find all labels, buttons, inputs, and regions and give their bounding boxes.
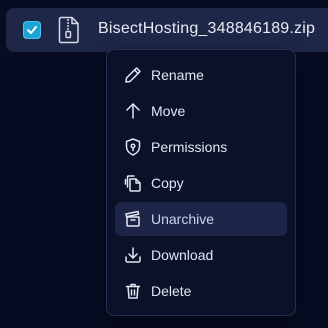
- menu-item-label: Rename: [151, 67, 204, 83]
- menu-item-label: Unarchive: [151, 211, 215, 227]
- arrow-up-icon: [123, 101, 143, 121]
- file-row[interactable]: BisectHosting_348846189.zip: [6, 8, 328, 52]
- shield-icon: [123, 137, 143, 157]
- menu-item-delete[interactable]: Delete: [115, 274, 287, 308]
- checkmark-icon: [27, 26, 37, 34]
- file-manager: BisectHosting_348846189.zip Rename Move: [0, 0, 328, 328]
- menu-item-label: Permissions: [151, 139, 228, 155]
- menu-item-copy[interactable]: Copy: [115, 166, 287, 200]
- zip-file-icon: [58, 16, 80, 44]
- context-menu: Rename Move Permissions Copy Unarchive D…: [106, 49, 296, 316]
- menu-item-label: Move: [151, 103, 186, 119]
- download-icon: [123, 245, 143, 265]
- menu-item-label: Download: [151, 247, 214, 263]
- menu-item-move[interactable]: Move: [115, 94, 287, 128]
- menu-item-unarchive[interactable]: Unarchive: [115, 202, 287, 236]
- menu-item-permissions[interactable]: Permissions: [115, 130, 287, 164]
- menu-item-label: Copy: [151, 175, 184, 191]
- menu-item-label: Delete: [151, 283, 192, 299]
- file-checkbox[interactable]: [23, 21, 41, 39]
- trash-icon: [123, 281, 143, 301]
- pencil-icon: [123, 65, 143, 85]
- unarchive-icon: [123, 209, 143, 229]
- copy-icon: [123, 173, 143, 193]
- menu-item-download[interactable]: Download: [115, 238, 287, 272]
- menu-item-rename[interactable]: Rename: [115, 58, 287, 92]
- file-name[interactable]: BisectHosting_348846189.zip: [98, 20, 315, 38]
